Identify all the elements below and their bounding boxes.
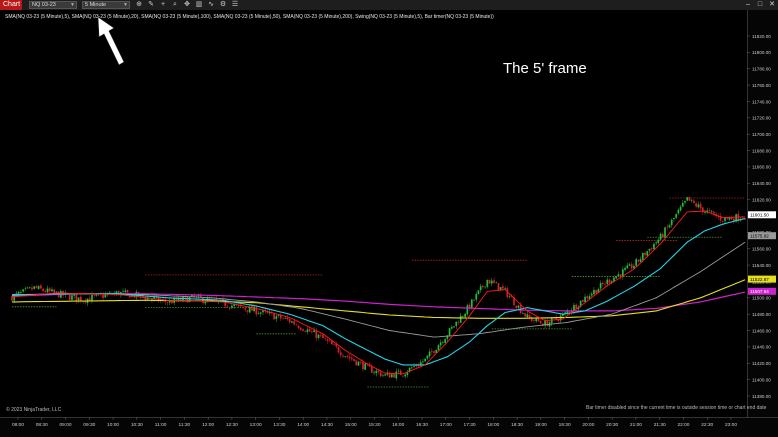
nav-icon[interactable]: ✥ [183, 1, 191, 9]
copyright-text: © 2023 NinjaTrader, LLC [6, 407, 62, 413]
indicator-icon[interactable]: ∿ [207, 1, 215, 9]
properties-icon[interactable]: ☰ [231, 1, 239, 9]
instrument-selector[interactable]: NQ 03-23 ▼ [29, 1, 77, 9]
instrument-value: NQ 03-23 [32, 2, 56, 8]
bar-timer-status: Bar timer disabled since the current tim… [586, 405, 767, 411]
minimize-icon[interactable]: – [742, 0, 754, 10]
interval-value: 5 Minute [85, 2, 107, 8]
draw-icon[interactable]: ✎ [147, 1, 155, 9]
interval-selector[interactable]: 5 Minute ▼ [82, 1, 130, 9]
chart-tab[interactable]: Chart [0, 0, 22, 10]
price-axis[interactable] [747, 10, 778, 417]
close-icon[interactable]: ✕ [766, 0, 778, 10]
annotation-text: The 5' frame [503, 60, 587, 77]
search-icon[interactable]: ⌕ [171, 1, 179, 9]
chevron-down-icon: ▼ [70, 2, 75, 8]
chart-style-icon[interactable]: ▥ [195, 1, 203, 9]
crosshair-icon[interactable]: + [159, 1, 167, 9]
chart-plot-area[interactable] [0, 10, 747, 417]
time-axis[interactable] [0, 417, 778, 437]
maximize-icon[interactable]: □ [754, 0, 766, 10]
strategy-icon[interactable]: ⚙ [219, 1, 227, 9]
zoom-icon[interactable]: ⊕ [135, 1, 143, 9]
chevron-down-icon: ▼ [123, 2, 128, 8]
indicator-legend: SMA(NQ 03-23 (5 Minute),5), SMA(NQ 03-23… [5, 14, 494, 20]
